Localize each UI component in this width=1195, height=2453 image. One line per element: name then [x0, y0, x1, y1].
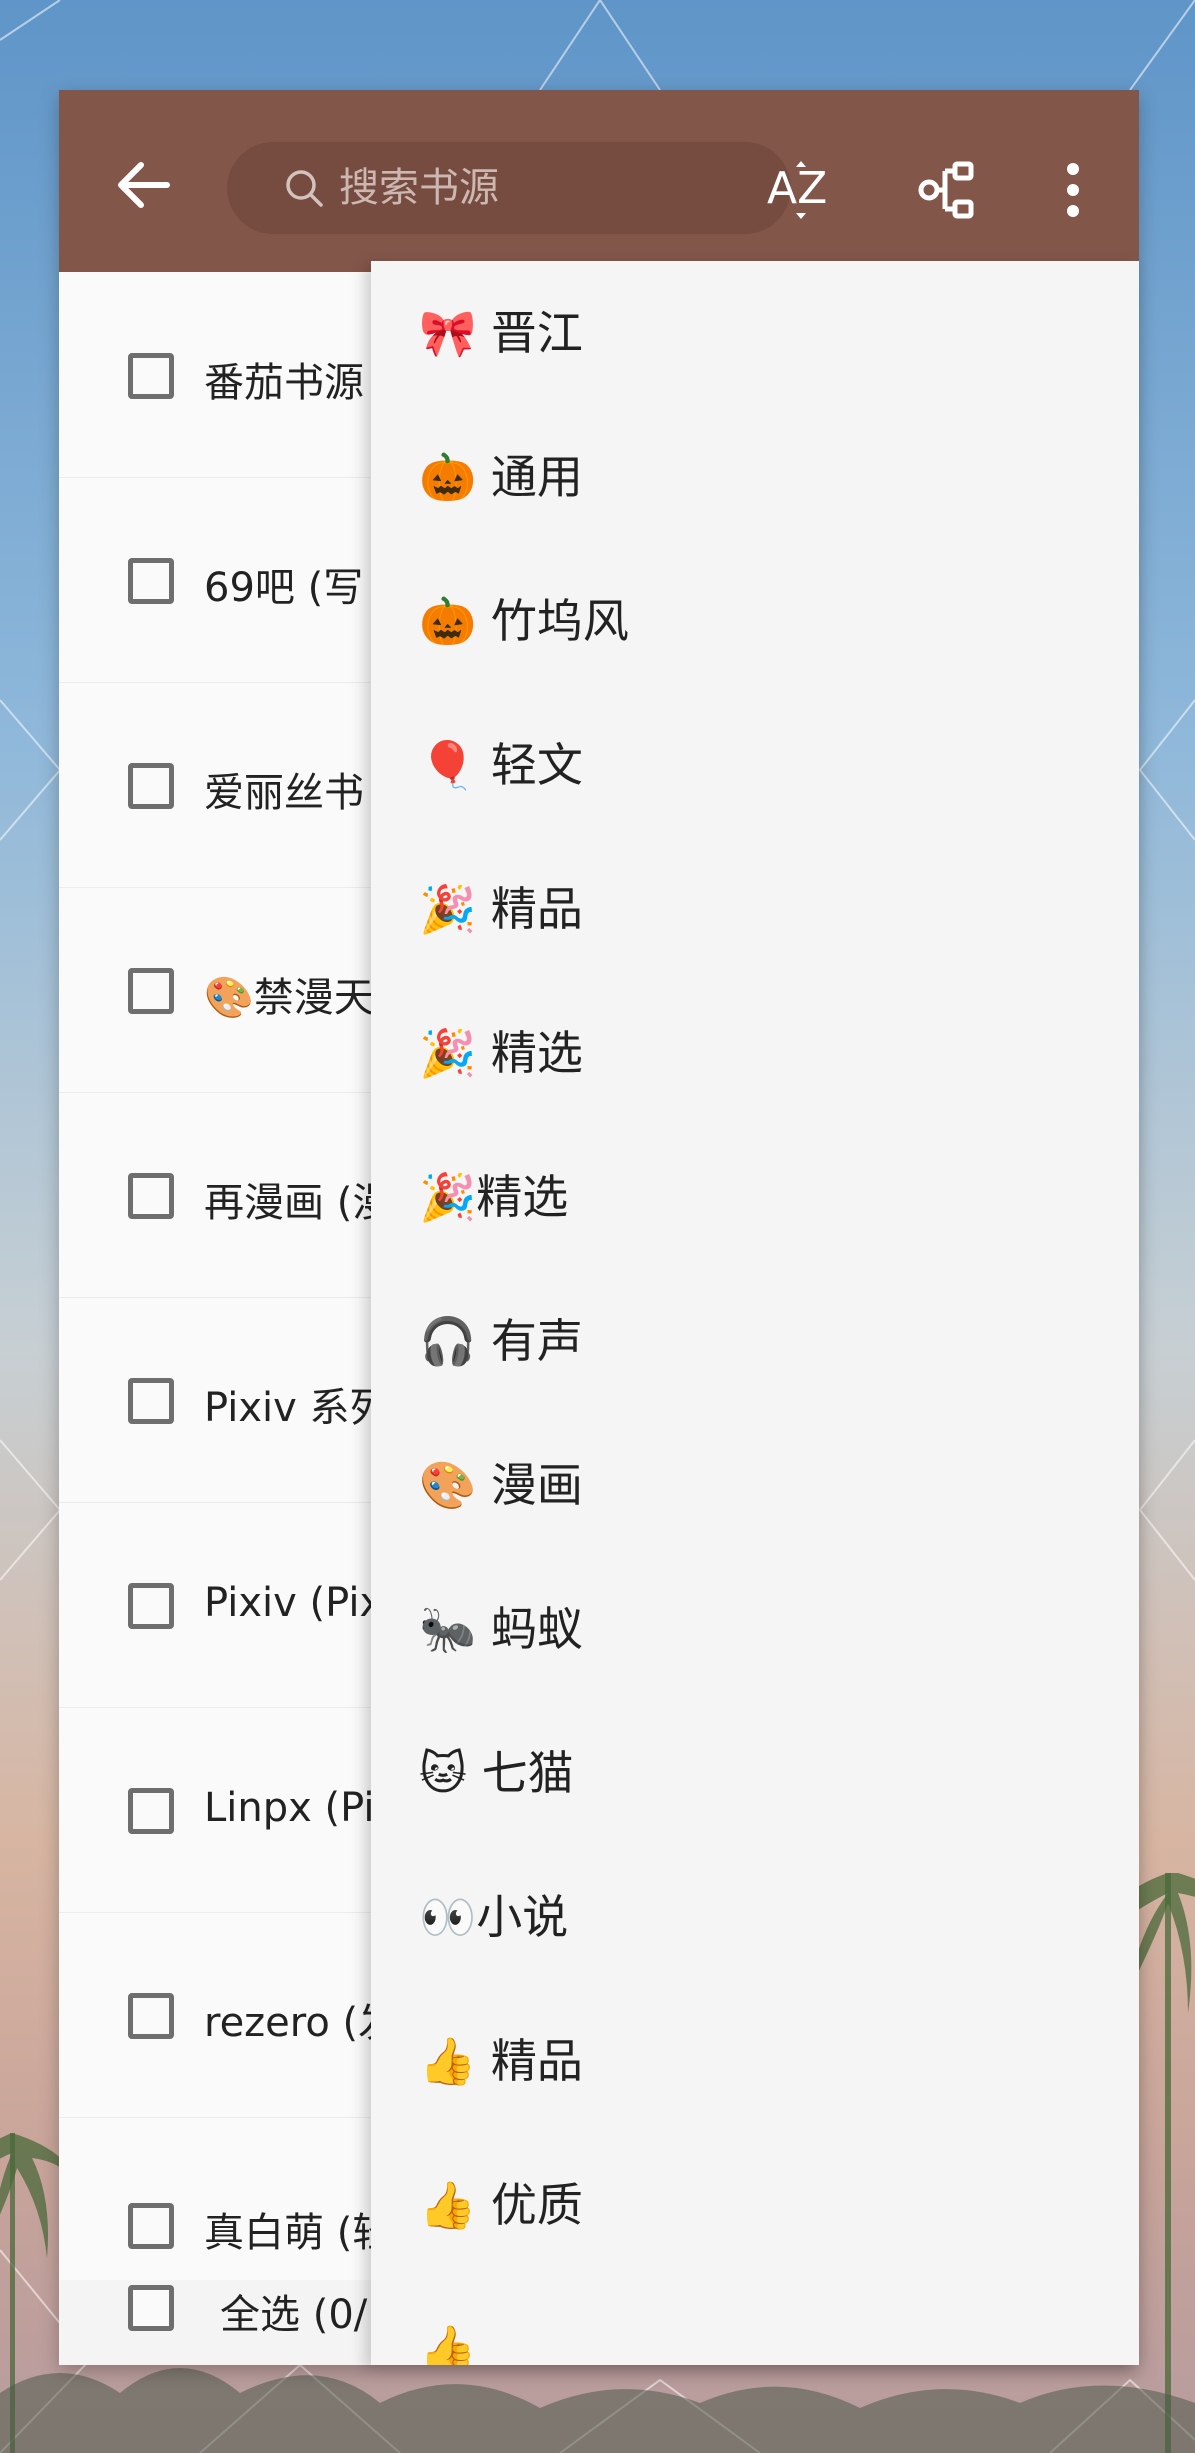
more-options-button[interactable] [1033, 150, 1113, 230]
select-all-checkbox[interactable] [128, 2285, 174, 2331]
menu-item-label: 👍 [419, 2322, 477, 2365]
menu-item-label: 🎉 精品 [419, 882, 583, 936]
menu-item[interactable]: 🎃 通用 [371, 405, 1139, 549]
menu-item-label: 🐜 蚂蚁 [419, 1602, 583, 1656]
menu-item-label: 🎧 有声 [419, 1314, 583, 1368]
menu-item-label: 👍 优质 [419, 2178, 583, 2232]
menu-item-label: 🎃 通用 [419, 450, 583, 504]
menu-item[interactable]: 👍 精品 [371, 1989, 1139, 2133]
select-all-label: 全选 (0/ [220, 2292, 368, 2338]
menu-item[interactable]: 🎀 晋江 [371, 261, 1139, 405]
row-label: Linpx (Pi [204, 1785, 375, 1831]
row-label: 爱丽丝书 [204, 770, 364, 816]
group-icon [918, 161, 974, 219]
group-filter-menu: 🎀 晋江 🎃 通用 🎃 竹坞风 🎈 轻文 🎉 精品 🎉 精选 🎉精选 🎧 有声 … [371, 261, 1139, 2365]
menu-item-label: 🎈 轻文 [419, 738, 583, 792]
menu-item[interactable]: 👍 [371, 2277, 1139, 2365]
row-checkbox[interactable] [128, 1788, 174, 1834]
row-label: Pixiv (Pix [204, 1580, 384, 1626]
search-icon [283, 167, 325, 209]
row-label: 🎨禁漫天 [204, 975, 374, 1021]
row-label: 番茄书源 [204, 360, 364, 406]
toolbar: AZ [59, 90, 1139, 272]
sort-button[interactable]: AZ [761, 150, 841, 230]
arrow-left-icon [118, 162, 170, 208]
row-checkbox[interactable] [128, 1378, 174, 1424]
menu-item[interactable]: 🎉精选 [371, 1125, 1139, 1269]
row-checkbox[interactable] [128, 1173, 174, 1219]
row-checkbox[interactable] [128, 1583, 174, 1629]
menu-item[interactable]: 🎃 竹坞风 [371, 549, 1139, 693]
menu-item[interactable]: 🎉 精选 [371, 981, 1139, 1125]
menu-item[interactable]: 👀小说 [371, 1845, 1139, 1989]
menu-item[interactable]: 🎧 有声 [371, 1269, 1139, 1413]
back-button[interactable] [109, 150, 179, 220]
search-input[interactable] [337, 164, 761, 212]
menu-item-label: 🎉 精选 [419, 1026, 583, 1080]
row-label: 69吧 (写 [204, 565, 364, 611]
menu-item[interactable]: 🎈 轻文 [371, 693, 1139, 837]
row-checkbox[interactable] [128, 1993, 174, 2039]
menu-item-label: 🎀 晋江 [419, 306, 583, 360]
menu-item-label: 🎃 竹坞风 [419, 594, 629, 648]
group-button[interactable] [907, 150, 987, 230]
menu-item-label: 🎨 漫画 [419, 1458, 583, 1512]
menu-item[interactable]: 👍 优质 [371, 2133, 1139, 2277]
menu-item-label: 🐱 七猫 [419, 1746, 574, 1800]
menu-item[interactable]: 🐜 蚂蚁 [371, 1557, 1139, 1701]
sort-label: AZ [767, 163, 827, 214]
row-checkbox[interactable] [128, 2203, 174, 2249]
row-label: 再漫画 (漫 [204, 1180, 393, 1226]
more-vertical-icon [1067, 163, 1079, 217]
menu-item[interactable]: 🎨 漫画 [371, 1413, 1139, 1557]
row-checkbox[interactable] [128, 353, 174, 399]
search-field[interactable] [227, 142, 791, 234]
row-label: rezero (发 [204, 2000, 399, 2046]
row-checkbox[interactable] [128, 968, 174, 1014]
screen: AZ [0, 0, 1195, 2453]
menu-item-label: 👍 精品 [419, 2034, 583, 2088]
sort-az-icon: AZ [767, 161, 827, 219]
row-checkbox[interactable] [128, 558, 174, 604]
menu-item-label: 👀小说 [419, 1890, 569, 1944]
row-label: Pixiv 系列 [204, 1385, 390, 1431]
row-label: 真白萌 (轻 [204, 2210, 393, 2256]
menu-item[interactable]: 🎉 精品 [371, 837, 1139, 981]
row-checkbox[interactable] [128, 763, 174, 809]
menu-item[interactable]: 🐱 七猫 [371, 1701, 1139, 1845]
menu-item-label: 🎉精选 [419, 1170, 569, 1224]
